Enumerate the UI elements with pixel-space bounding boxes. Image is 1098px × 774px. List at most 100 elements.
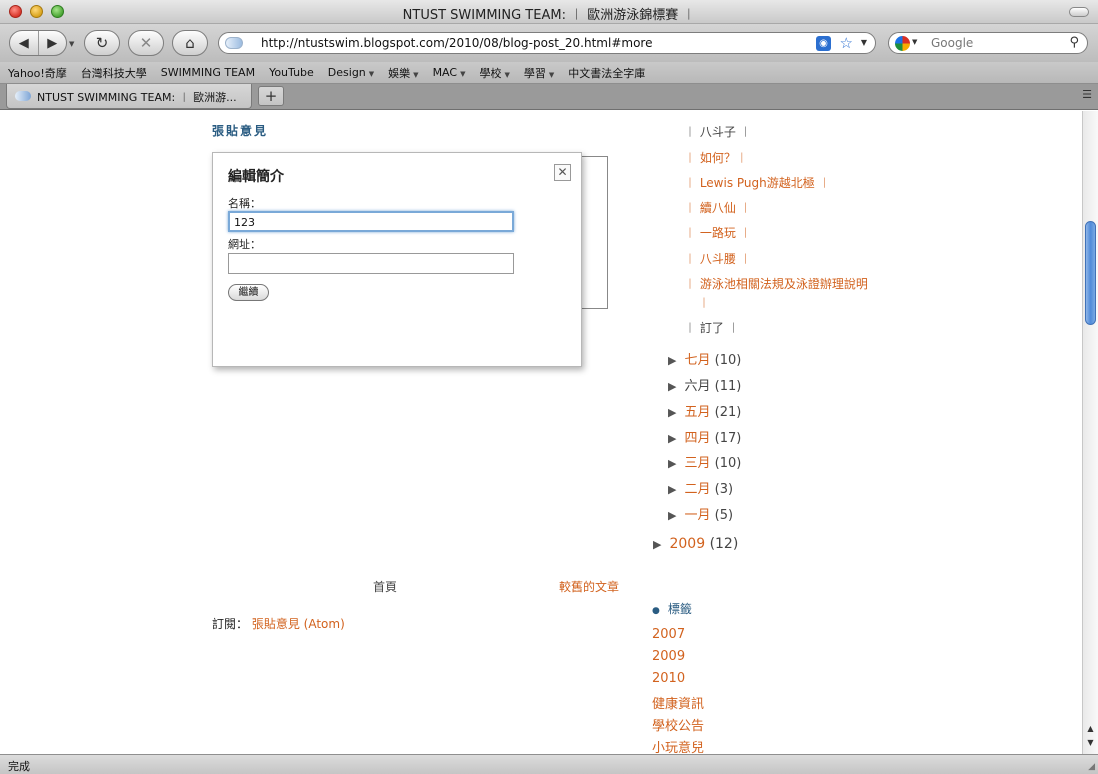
continue-button[interactable]: 繼續 — [228, 284, 269, 301]
labels-heading: ● 標籤 — [652, 602, 692, 616]
chevron-down-icon: ▼ — [548, 70, 555, 79]
archive-year[interactable]: ▶ 2009 (12) — [653, 536, 738, 552]
expand-triangle-icon[interactable]: ▶ — [668, 509, 676, 522]
tab-favicon-icon — [15, 91, 31, 101]
dialog-close-button[interactable]: ✕ — [554, 164, 571, 181]
bookmark-folder-entertainment[interactable]: 娛樂 ▼ — [388, 65, 418, 81]
bookmark-star-icon[interactable]: ☆ — [840, 34, 853, 52]
post-link[interactable]: ︱ 游泳池相關法規及泳證辦理說明 — [684, 275, 868, 292]
expand-triangle-icon[interactable]: ▶ — [668, 457, 676, 470]
status-text: 完成 — [8, 760, 30, 773]
tab-bar: NTUST SWIMMING TEAM: ︱ 歐洲游... + ☰ — [0, 84, 1098, 110]
reload-button[interactable]: ↻ — [84, 30, 120, 56]
label-link[interactable]: 小玩意兒 — [652, 737, 704, 754]
toolbar-toggle-button[interactable] — [1069, 7, 1089, 17]
stop-button[interactable]: ✕ — [128, 30, 164, 56]
search-input[interactable]: Google — [931, 36, 973, 50]
expand-triangle-icon[interactable]: ▶ — [668, 406, 676, 419]
archive-month[interactable]: ▶ 四月 (17) — [668, 427, 741, 446]
bookmarks-bar: Yahoo!奇摩 台灣科技大學 SWIMMING TEAM YouTube De… — [0, 62, 1098, 84]
archive-month[interactable]: ▶ 二月 (3) — [668, 478, 733, 497]
home-link[interactable]: 首頁 — [373, 578, 397, 595]
name-label: 名稱： — [228, 197, 261, 210]
subscribe-label: 訂閱： — [212, 617, 249, 631]
vertical-scrollbar[interactable]: ▲ ▼ — [1082, 111, 1098, 754]
post-link[interactable]: ︱ 一路玩 ︱ — [684, 224, 752, 241]
archive-month[interactable]: ▶ 六月 (11) — [668, 375, 741, 394]
title-bar: NTUST SWIMMING TEAM: ︱ 歐洲游泳錦標賽 ︱ — [0, 0, 1098, 24]
post-link[interactable]: ︱ 八斗腰 ︱ — [684, 250, 752, 267]
archive-month[interactable]: ▶ 一月 (5) — [668, 504, 733, 523]
search-icon[interactable]: ⚲ — [1069, 35, 1079, 50]
post-link[interactable]: ︱ 如何？︱ — [684, 149, 748, 166]
bullet-icon: ● — [652, 606, 660, 616]
edit-profile-dialog: 編輯簡介 ✕ 名稱： 123 網址： 繼續 — [212, 152, 582, 367]
post-link[interactable]: ︱ 八斗子 ︱ — [684, 123, 752, 140]
google-icon[interactable] — [895, 36, 910, 51]
home-button[interactable]: ⌂ — [172, 30, 208, 56]
scroll-up-arrow-icon[interactable]: ▲ — [1083, 724, 1098, 738]
url-label: 網址： — [228, 238, 261, 251]
archive-month[interactable]: ▶ 三月 (10) — [668, 452, 741, 471]
status-bar: 完成 ◢ — [0, 754, 1098, 774]
dialog-title: 編輯簡介 — [228, 169, 284, 185]
subscribe-atom-link[interactable]: 張貼意見 (Atom) — [252, 617, 345, 631]
tab-active[interactable]: NTUST SWIMMING TEAM: ︱ 歐洲游... — [6, 84, 252, 109]
comment-frame — [580, 156, 608, 309]
stop-icon: ✕ — [139, 34, 153, 52]
rss-feed-icon[interactable]: ◉ — [816, 36, 831, 51]
expand-triangle-icon[interactable]: ▶ — [668, 380, 676, 393]
label-link[interactable]: 學校公告 — [652, 715, 704, 734]
scroll-down-arrow-icon[interactable]: ▼ — [1083, 738, 1098, 752]
scrollbar-thumb[interactable] — [1085, 221, 1096, 325]
post-link-continuation[interactable]: ︱ — [698, 294, 710, 311]
label-link[interactable]: 健康資訊 — [652, 693, 704, 712]
older-posts-link[interactable]: 較舊的文章 — [559, 578, 619, 595]
chevron-down-icon: ▼ — [368, 70, 375, 78]
resize-grip-icon[interactable]: ◢ — [1088, 762, 1095, 772]
url-input[interactable] — [228, 253, 514, 274]
bookmark-folder-school[interactable]: 學校 ▼ — [479, 65, 509, 81]
tab-list-menu-icon[interactable]: ☰ — [1082, 88, 1092, 101]
navigation-toolbar: ◀ ▶ ▼ ↻ ✕ ⌂ http://ntustswim.blogspot.co… — [0, 24, 1098, 62]
bookmark-calligraphy[interactable]: 中文書法全字庫 — [568, 65, 645, 81]
back-forward-group: ◀ ▶ — [9, 30, 67, 56]
forward-button[interactable]: ▶ — [39, 31, 67, 55]
post-comment-heading: 張貼意見 — [212, 124, 269, 138]
label-link[interactable]: 2007 — [652, 627, 685, 642]
expand-triangle-icon[interactable]: ▶ — [668, 354, 676, 367]
post-link[interactable]: ︱ 續八仙 ︱ — [684, 199, 752, 216]
new-tab-button[interactable]: + — [258, 86, 284, 106]
history-dropdown-icon[interactable]: ▼ — [69, 40, 74, 48]
name-input[interactable]: 123 — [228, 211, 514, 232]
bookmark-youtube[interactable]: YouTube — [269, 66, 314, 79]
page-content: 張貼意見 編輯簡介 ✕ 名稱： 123 網址： 繼續 ︱ 八斗子 ︱ ︱ 如何？… — [0, 111, 1082, 754]
label-link[interactable]: 2009 — [652, 649, 685, 664]
label-link[interactable]: 2010 — [652, 671, 685, 686]
forward-arrow-icon: ▶ — [47, 35, 58, 51]
tab-label: NTUST SWIMMING TEAM: ︱ 歐洲游... — [37, 91, 237, 104]
url-text[interactable]: http://ntustswim.blogspot.com/2010/08/bl… — [261, 36, 652, 50]
bookmark-swimming-team[interactable]: SWIMMING TEAM — [161, 66, 255, 79]
bookmark-folder-study[interactable]: 學習 ▼ — [524, 65, 554, 81]
expand-triangle-icon[interactable]: ▶ — [668, 483, 676, 496]
back-arrow-icon: ◀ — [18, 35, 29, 51]
back-button[interactable]: ◀ — [10, 31, 39, 55]
bookmark-yahoo[interactable]: Yahoo!奇摩 — [8, 65, 67, 81]
bookmark-ntust[interactable]: 台灣科技大學 — [81, 65, 147, 81]
search-bar[interactable]: ▼ Google ⚲ — [888, 32, 1088, 54]
expand-triangle-icon[interactable]: ▶ — [653, 538, 661, 551]
archive-month[interactable]: ▶ 七月 (10) — [668, 349, 741, 368]
url-dropdown-icon[interactable]: ▼ — [861, 38, 867, 47]
reload-icon: ↻ — [95, 34, 109, 52]
expand-triangle-icon[interactable]: ▶ — [668, 432, 676, 445]
chevron-down-icon: ▼ — [460, 70, 466, 78]
archive-month[interactable]: ▶ 五月 (21) — [668, 401, 741, 420]
post-link[interactable]: ︱ Lewis Pugh游越北極 ︱ — [684, 174, 831, 191]
post-link[interactable]: ︱ 訂了 ︱ — [684, 319, 740, 336]
bookmark-folder-design[interactable]: Design ▼ — [328, 66, 374, 79]
bookmark-folder-mac[interactable]: MAC ▼ — [433, 66, 466, 79]
search-engine-dropdown-icon[interactable]: ▼ — [912, 38, 917, 46]
address-bar[interactable]: http://ntustswim.blogspot.com/2010/08/bl… — [218, 32, 876, 54]
subscribe-line: 訂閱： 張貼意見 (Atom) — [212, 615, 345, 632]
